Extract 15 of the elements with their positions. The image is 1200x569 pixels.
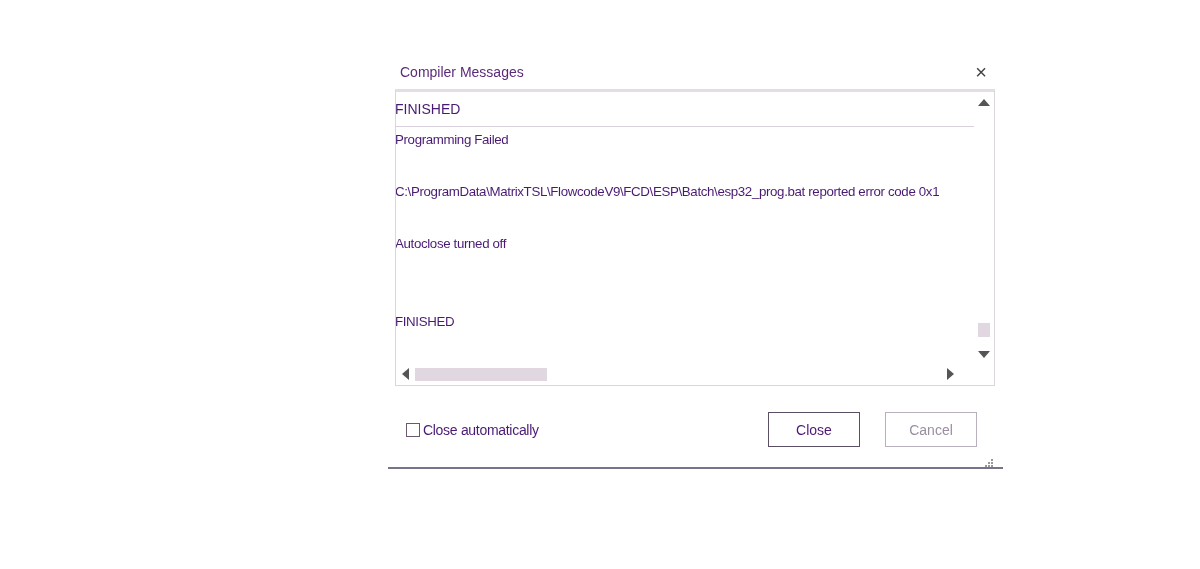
dialog-title: Compiler Messages	[400, 64, 524, 80]
checkbox[interactable]	[406, 422, 420, 437]
output-line: C:\ProgramData\MatrixTSL\FlowcodeV9\FCD\ESP\Batch\esp32_prog.bat reported error code 0x1	[396, 183, 941, 201]
output-line: Programming Failed	[396, 131, 510, 149]
scroll-left-icon[interactable]	[402, 368, 409, 380]
dialog-button[interactable]: Close	[768, 412, 860, 447]
scrollbar-thumb[interactable]	[978, 323, 990, 337]
checkbox-label: Close automatically	[423, 421, 539, 438]
scroll-down-icon[interactable]	[978, 351, 990, 359]
resize-grip-icon[interactable]	[983, 457, 993, 467]
output-line: FINISHED	[396, 313, 456, 331]
scrollbar-thumb[interactable]	[415, 367, 547, 381]
scroll-right-icon[interactable]	[947, 368, 954, 380]
output-line: FINISHED	[396, 92, 974, 127]
scroll-up-icon[interactable]	[978, 98, 990, 106]
